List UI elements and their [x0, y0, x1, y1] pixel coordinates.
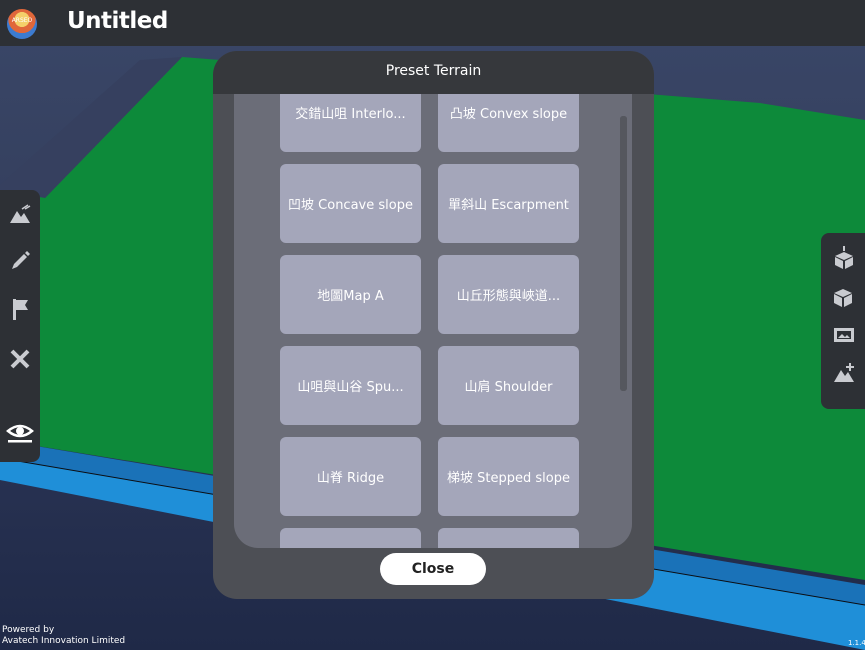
scrollbar[interactable] — [620, 116, 627, 391]
top-bar: ARSEO Untitled — [0, 0, 865, 46]
preset-tile[interactable]: 山脊 Ridge — [280, 437, 421, 516]
preset-tile[interactable]: 山丘形態與峽道... — [438, 255, 579, 334]
left-toolbar — [0, 190, 40, 462]
preset-tile[interactable] — [280, 528, 421, 548]
tile-list[interactable]: 交錯山咀 Interlo... 凸坡 Convex slope 凹坡 Conca… — [234, 94, 632, 548]
terrain-icon[interactable] — [6, 200, 34, 228]
tools-icon[interactable] — [6, 345, 34, 373]
close-button[interactable]: Close — [380, 553, 486, 585]
preset-terrain-dialog: Preset Terrain 交錯山咀 Interlo... 凸坡 Convex… — [213, 51, 654, 599]
eye-icon[interactable] — [6, 418, 34, 446]
app-logo[interactable]: ARSEO — [7, 9, 37, 39]
terrain-add-icon[interactable] — [831, 360, 857, 386]
image-card-icon[interactable] — [831, 322, 857, 348]
version-label: 1.1.4 — [848, 639, 865, 647]
preset-tile[interactable] — [438, 528, 579, 548]
dialog-header: Preset Terrain — [213, 51, 654, 94]
preset-tile[interactable]: 梯坡 Stepped slope — [438, 437, 579, 516]
logo-text: ARSEO — [11, 17, 33, 24]
preset-tile[interactable]: 山肩 Shoulder — [438, 346, 579, 425]
dialog-title: Preset Terrain — [385, 63, 482, 79]
preset-tile[interactable]: 凸坡 Convex slope — [438, 94, 579, 152]
right-toolbar — [821, 233, 865, 409]
powered-by-line1: Powered by — [2, 625, 55, 635]
project-title[interactable]: Untitled — [67, 8, 168, 34]
scrollbar-thumb[interactable] — [620, 116, 627, 391]
flag-icon[interactable] — [6, 295, 34, 323]
preset-tile[interactable]: 單斜山 Escarpment — [438, 164, 579, 243]
powered-by: Powered by Avatech Innovation Limited — [2, 625, 125, 647]
preset-tile[interactable]: 山咀與山谷 Spu... — [280, 346, 421, 425]
cube-top-icon[interactable] — [831, 245, 857, 271]
powered-by-line2: Avatech Innovation Limited — [2, 636, 126, 646]
preset-tile[interactable]: 凹坡 Concave slope — [280, 164, 421, 243]
preset-tile[interactable]: 交錯山咀 Interlo... — [280, 94, 421, 152]
preset-tile[interactable]: 地圖Map A — [280, 255, 421, 334]
cube-rotate-icon[interactable] — [831, 285, 857, 311]
pencil-icon[interactable] — [6, 247, 34, 275]
